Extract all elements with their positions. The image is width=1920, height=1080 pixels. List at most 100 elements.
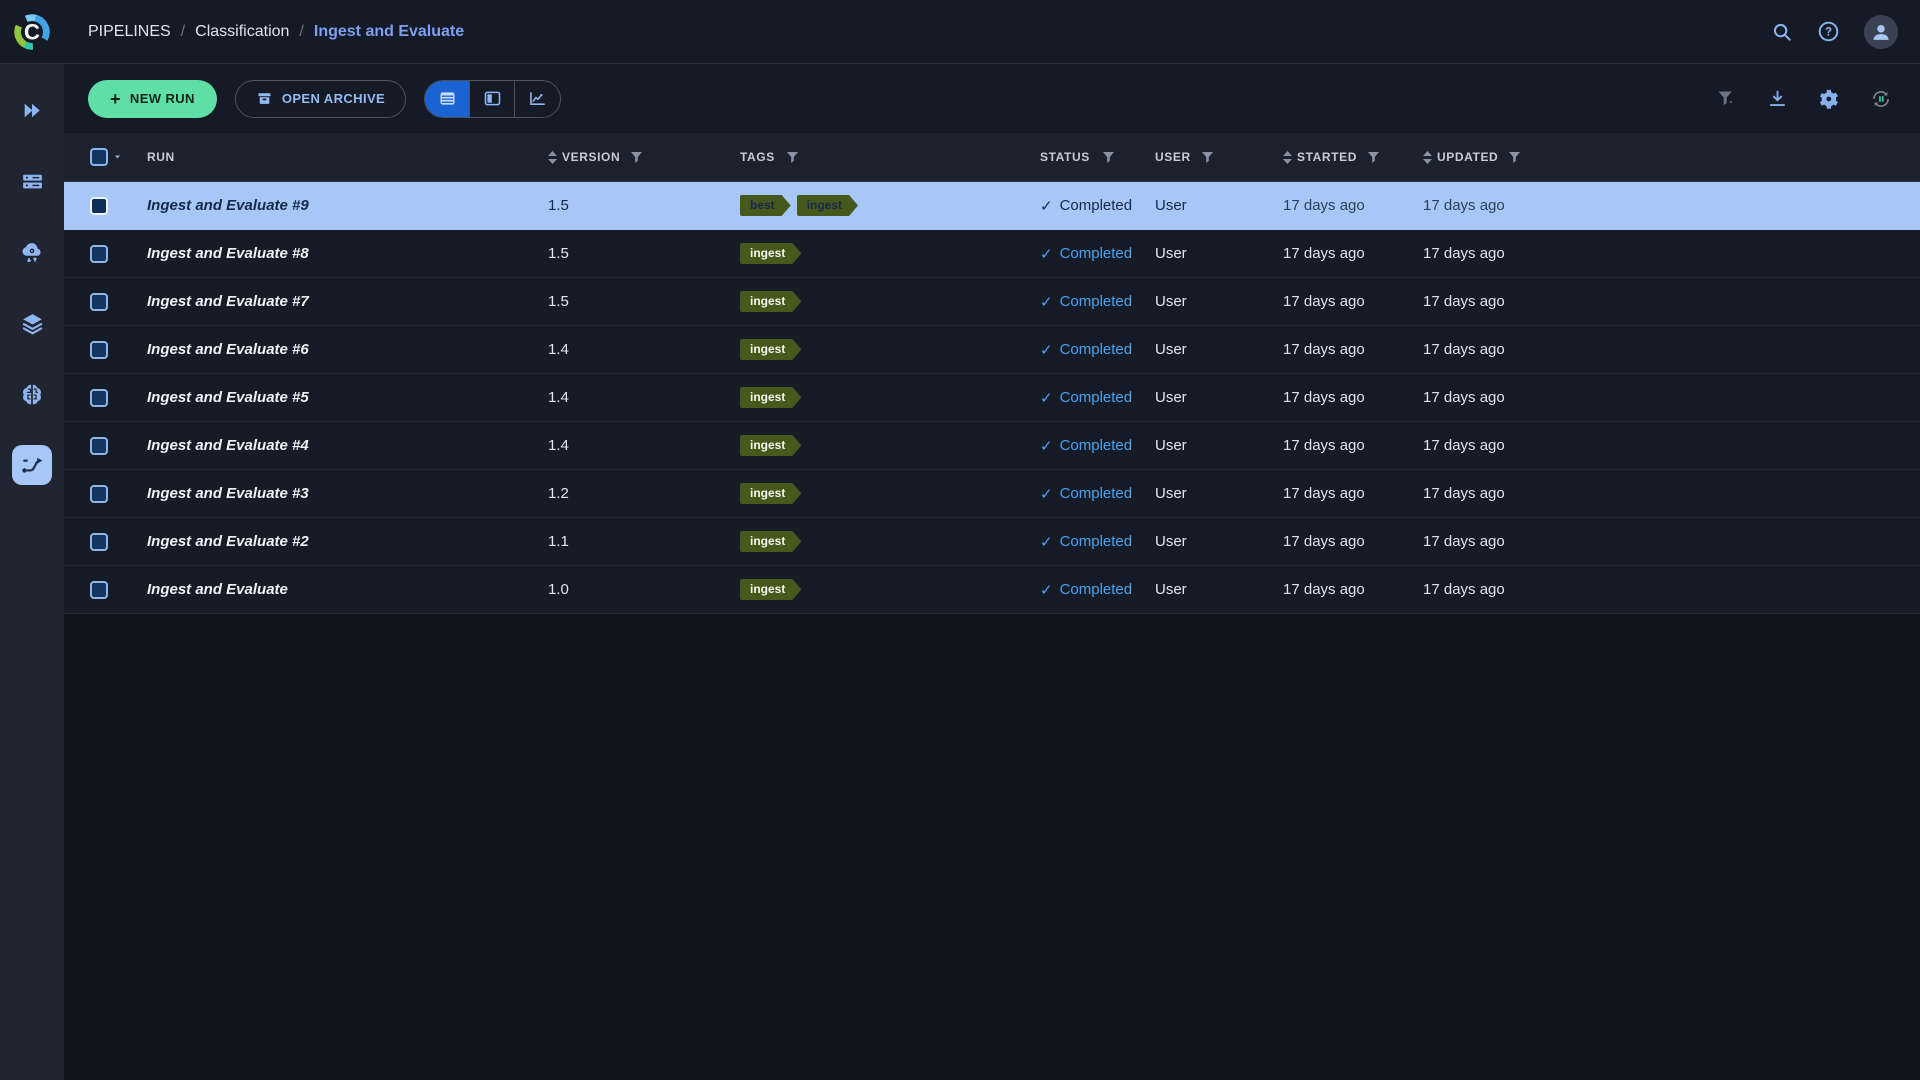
new-run-button[interactable]: + NEW RUN — [88, 80, 217, 118]
run-updated: 17 days ago — [1418, 341, 1568, 358]
table-row[interactable]: Ingest and Evaluate #2 1.1 ingest ✓ Comp… — [64, 518, 1920, 566]
run-user: User — [1150, 389, 1278, 406]
filter-icon[interactable] — [1202, 152, 1213, 163]
sidebar-item-models[interactable] — [12, 374, 52, 414]
settings-button[interactable] — [1818, 88, 1840, 110]
select-all-checkbox[interactable] — [90, 148, 108, 166]
run-tags: ingest — [735, 387, 1035, 408]
run-user: User — [1150, 485, 1278, 502]
table-row[interactable]: Ingest and Evaluate #8 1.5 ingest ✓ Comp… — [64, 230, 1920, 278]
clearml-logo[interactable]: C — [0, 0, 64, 64]
run-name-link[interactable]: Ingest and Evaluate #7 — [147, 293, 309, 310]
view-metrics-segment[interactable] — [515, 81, 560, 117]
table-row[interactable]: Ingest and Evaluate #7 1.5 ingest ✓ Comp… — [64, 278, 1920, 326]
run-started: 17 days ago — [1278, 245, 1418, 262]
filter-icon[interactable] — [1103, 152, 1114, 163]
sort-icon[interactable] — [548, 151, 557, 164]
user-avatar[interactable] — [1864, 15, 1898, 49]
table-row[interactable]: Ingest and Evaluate #3 1.2 ingest ✓ Comp… — [64, 470, 1920, 518]
tag-ingest: ingest — [740, 579, 801, 600]
tag-ingest: ingest — [740, 435, 801, 456]
sidebar-item-applications[interactable] — [12, 232, 52, 272]
row-checkbox[interactable] — [90, 389, 108, 407]
table-row[interactable]: Ingest and Evaluate 1.0 ingest ✓ Complet… — [64, 566, 1920, 614]
view-table-segment[interactable] — [425, 81, 470, 117]
logo-icon: C — [9, 9, 55, 55]
column-header-status[interactable]: STATUS — [1040, 150, 1090, 164]
table-view-icon — [437, 88, 458, 109]
breadcrumb-project[interactable]: Classification — [195, 23, 289, 41]
server-icon — [20, 169, 45, 194]
status-label: Completed — [1060, 197, 1133, 214]
view-details-segment[interactable] — [470, 81, 515, 117]
breadcrumb-current: Ingest and Evaluate — [314, 23, 464, 41]
table-body: Ingest and Evaluate #9 1.5 bestingest ✓ … — [64, 182, 1920, 614]
run-started: 17 days ago — [1278, 293, 1418, 310]
auto-refresh-button[interactable] — [1870, 88, 1892, 110]
main-content: + NEW RUN OPEN ARCHIVE — [64, 64, 1920, 1080]
sort-icon[interactable] — [1283, 151, 1292, 164]
search-icon — [1771, 21, 1793, 43]
row-checkbox[interactable] — [90, 293, 108, 311]
row-checkbox[interactable] — [90, 245, 108, 263]
row-checkbox[interactable] — [90, 533, 108, 551]
help-button[interactable]: ? — [1817, 20, 1840, 43]
row-checkbox[interactable] — [90, 485, 108, 503]
run-name-link[interactable]: Ingest and Evaluate #3 — [147, 485, 309, 502]
run-name-link[interactable]: Ingest and Evaluate — [147, 581, 288, 598]
sort-icon[interactable] — [1423, 151, 1432, 164]
run-tags: ingest — [735, 531, 1035, 552]
column-header-user[interactable]: USER — [1155, 150, 1191, 164]
row-checkbox[interactable] — [90, 437, 108, 455]
run-name-link[interactable]: Ingest and Evaluate #6 — [147, 341, 309, 358]
status-label: Completed — [1060, 293, 1133, 310]
help-icon: ? — [1817, 20, 1840, 43]
run-name-link[interactable]: Ingest and Evaluate #5 — [147, 389, 309, 406]
column-header-tags[interactable]: TAGS — [740, 150, 775, 164]
run-tags: ingest — [735, 339, 1035, 360]
table-row[interactable]: Ingest and Evaluate #4 1.4 ingest ✓ Comp… — [64, 422, 1920, 470]
column-header-started[interactable]: STARTED — [1297, 150, 1357, 164]
search-button[interactable] — [1771, 21, 1793, 43]
clear-filters-button[interactable] — [1716, 88, 1737, 109]
download-icon — [1767, 88, 1788, 109]
svg-text:?: ? — [1825, 27, 1832, 39]
filter-icon[interactable] — [1368, 152, 1379, 163]
row-checkbox[interactable] — [90, 581, 108, 599]
sidebar-item-datasets[interactable] — [12, 303, 52, 343]
filter-icon[interactable] — [1509, 152, 1520, 163]
open-archive-button[interactable]: OPEN ARCHIVE — [235, 80, 406, 118]
status-check-icon: ✓ — [1040, 533, 1053, 551]
column-header-version[interactable]: VERSION — [562, 150, 620, 164]
breadcrumb-pipelines[interactable]: PIPELINES — [88, 23, 171, 41]
status-label: Completed — [1060, 437, 1133, 454]
sidebar-item-workers-queues[interactable] — [12, 161, 52, 201]
breadcrumb: PIPELINES / Classification / Ingest and … — [88, 23, 464, 41]
row-checkbox[interactable] — [90, 197, 108, 215]
run-name-link[interactable]: Ingest and Evaluate #8 — [147, 245, 309, 262]
table-row[interactable]: Ingest and Evaluate #6 1.4 ingest ✓ Comp… — [64, 326, 1920, 374]
run-version: 1.5 — [540, 245, 735, 262]
table-row[interactable]: Ingest and Evaluate #5 1.4 ingest ✓ Comp… — [64, 374, 1920, 422]
status-check-icon: ✓ — [1040, 197, 1053, 215]
run-name-link[interactable]: Ingest and Evaluate #2 — [147, 533, 309, 550]
column-header-run[interactable]: RUN — [147, 150, 175, 164]
run-version: 1.4 — [540, 437, 735, 454]
row-checkbox[interactable] — [90, 341, 108, 359]
table-header: RUN VERSION TAGS STATUS USER STARTED — [64, 133, 1920, 182]
run-name-link[interactable]: Ingest and Evaluate #9 — [147, 197, 309, 214]
run-started: 17 days ago — [1278, 437, 1418, 454]
download-button[interactable] — [1767, 88, 1788, 109]
run-updated: 17 days ago — [1418, 533, 1568, 550]
sidebar-item-projects[interactable] — [12, 90, 52, 130]
filter-icon[interactable] — [631, 152, 642, 163]
toolbar: + NEW RUN OPEN ARCHIVE — [64, 64, 1920, 133]
sidebar-item-pipelines[interactable] — [12, 445, 52, 485]
run-name-link[interactable]: Ingest and Evaluate #4 — [147, 437, 309, 454]
table-row[interactable]: Ingest and Evaluate #9 1.5 bestingest ✓ … — [64, 182, 1920, 230]
auto-refresh-icon — [1870, 88, 1892, 110]
status-check-icon: ✓ — [1040, 245, 1053, 263]
filter-icon[interactable] — [787, 152, 798, 163]
run-user: User — [1150, 341, 1278, 358]
column-header-updated[interactable]: UPDATED — [1437, 150, 1498, 164]
